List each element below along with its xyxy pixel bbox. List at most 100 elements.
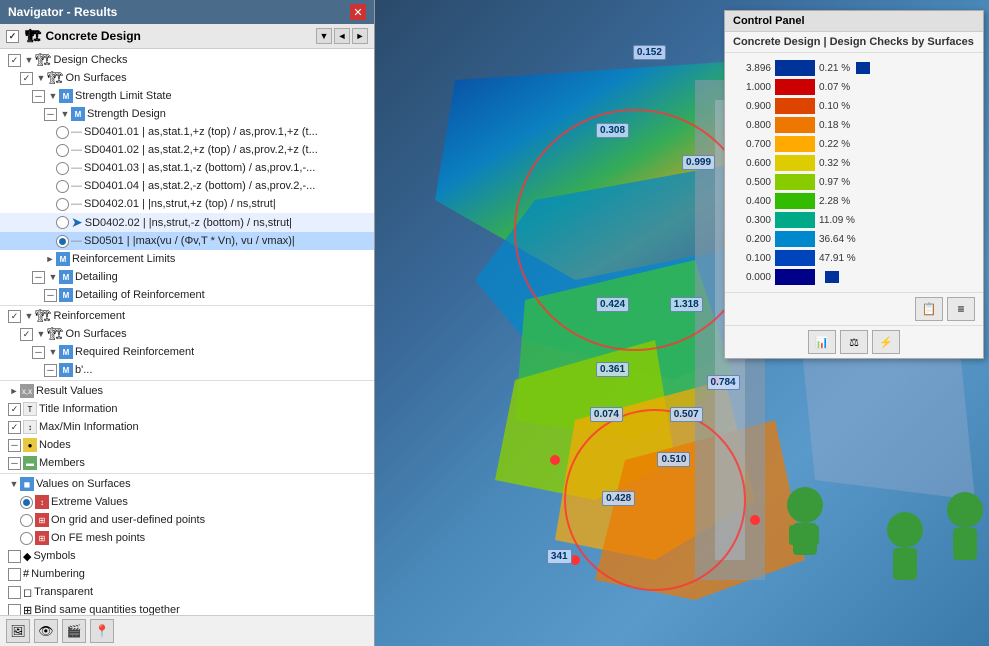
legend-pct: 0.07 % [819, 82, 850, 93]
transparent-label: Transparent [34, 586, 93, 598]
options-btn[interactable]: ► [352, 28, 368, 44]
tree-item-members[interactable]: ▬ Members [0, 454, 374, 472]
os-checkbox[interactable] [20, 72, 33, 85]
os2-checkbox[interactable] [20, 328, 33, 341]
tree-item-strength-design[interactable]: ▼ M Strength Design [0, 105, 374, 123]
tree-item-maxmin-info[interactable]: ↕ Max/Min Information [0, 418, 374, 436]
sd-checkbox[interactable] [44, 108, 57, 121]
render-btn[interactable]: 🎬 [62, 619, 86, 643]
legend-pct: 47.91 % [819, 253, 856, 264]
tree-item-on-surfaces-2[interactable]: ▼ 🏗 On Surfaces [0, 325, 374, 343]
rr-expand[interactable]: ▼ [47, 346, 59, 358]
reinforcement-label: Reinforcement [54, 310, 126, 322]
tree-item-required-reinf[interactable]: ▼ M Required Reinforcement [0, 343, 374, 361]
sd0402-01-radio[interactable] [56, 198, 69, 211]
tree-item-sd0401-01[interactable]: — SD0401.01 | as,stat.1,+z (top) / as,pr… [0, 123, 374, 141]
tree-item-detailing-of-reinf[interactable]: M Detailing of Reinforcement [0, 286, 374, 304]
members-label: Members [39, 457, 85, 469]
header-checkbox[interactable] [6, 30, 19, 43]
legend-row: 0.9000.10 % [733, 97, 975, 115]
sd0401-01-radio[interactable] [56, 126, 69, 139]
ogu-radio[interactable] [20, 514, 33, 527]
tree-item-additional[interactable]: M b'... [0, 361, 374, 379]
det-expand[interactable]: ▼ [47, 271, 59, 283]
legend-value: 1.000 [733, 82, 771, 93]
cp-export-btn[interactable]: 📋 [915, 297, 943, 321]
cp-chart-btn[interactable]: 📊 [808, 330, 836, 354]
visibility-btn[interactable]: 👁 [34, 619, 58, 643]
tree-item-on-grid-user[interactable]: ⊞ On grid and user-defined points [0, 511, 374, 529]
legend-color-swatch [775, 269, 815, 285]
tree-item-sd0401-03[interactable]: — SD0401.03 | as,stat.1,-z (bottom) / as… [0, 159, 374, 177]
rr-checkbox[interactable] [32, 346, 45, 359]
expand-btn[interactable]: ▼ [316, 28, 332, 44]
tree-item-title-info[interactable]: T Title Information [0, 400, 374, 418]
legend-color-swatch [775, 136, 815, 152]
rl-expand[interactable]: ► [44, 253, 56, 265]
dc-checkbox[interactable] [8, 54, 21, 67]
tree-item-reinf-limits[interactable]: ► M Reinforcement Limits [0, 250, 374, 268]
tree-item-transparent[interactable]: ◻ Transparent [0, 583, 374, 601]
sls-expand[interactable]: ▼ [47, 90, 59, 102]
tree-item-nodes[interactable]: ● Nodes [0, 436, 374, 454]
sd0402-02-radio[interactable] [56, 216, 69, 229]
ofm-radio[interactable] [20, 532, 33, 545]
tree-item-numbering[interactable]: # Numbering [0, 565, 374, 583]
legend-color-swatch [775, 117, 815, 133]
rv-expand[interactable]: ► [8, 385, 20, 397]
display-btn[interactable]: 🖼 [6, 619, 30, 643]
tree-item-sd0401-04[interactable]: — SD0401.04 | as,stat.2,-z (bottom) / as… [0, 177, 374, 195]
tree-item-detailing[interactable]: ▼ M Detailing [0, 268, 374, 286]
pin-btn[interactable]: 📍 [90, 619, 114, 643]
tree-item-strength-limit[interactable]: ▼ M Strength Limit State [0, 87, 374, 105]
os-expand[interactable]: ▼ [35, 72, 47, 84]
tree-item-sd0401-02[interactable]: — SD0401.02 | as,stat.2,+z (top) / as,pr… [0, 141, 374, 159]
tree-item-reinforcement[interactable]: ▼ 🏗 Reinforcement [0, 307, 374, 325]
det-checkbox[interactable] [32, 271, 45, 284]
tree-container[interactable]: ▼ 🏗 Design Checks ▼ 🏗 On Surfaces ▼ M St… [0, 49, 374, 615]
mem-checkbox[interactable] [8, 457, 21, 470]
mmi-checkbox[interactable] [8, 421, 21, 434]
cp-scale-btn[interactable]: ⚖ [840, 330, 868, 354]
ti-checkbox[interactable] [8, 403, 21, 416]
tree-item-result-values[interactable]: ► x,x Result Values [0, 382, 374, 400]
val-0507: 0.507 [670, 407, 703, 422]
sd0501-radio[interactable] [56, 235, 69, 248]
tree-item-sd0501[interactable]: — SD0501 | |max(vu / (Φv,T * Vn), vu / v… [0, 232, 374, 250]
legend-row: 0.8000.18 % [733, 116, 975, 134]
sd0401-04-radio[interactable] [56, 180, 69, 193]
sd-expand[interactable]: ▼ [59, 108, 71, 120]
tree-item-design-checks[interactable]: ▼ 🏗 Design Checks [0, 51, 374, 69]
tree-item-values-on-surfaces[interactable]: ▼ ◼ Values on Surfaces [0, 475, 374, 493]
sym-checkbox[interactable] [8, 550, 21, 563]
ev-radio[interactable] [20, 496, 33, 509]
tree-item-sd0402-02[interactable]: ➤ SD0402.02 | |ns,strut,-z (bottom) / ns… [0, 213, 374, 232]
num-checkbox[interactable] [8, 568, 21, 581]
val-0152: 0.152 [633, 45, 666, 60]
tree-item-on-surfaces[interactable]: ▼ 🏗 On Surfaces [0, 69, 374, 87]
add-checkbox[interactable] [44, 364, 57, 377]
reinf-expand[interactable]: ▼ [23, 310, 35, 322]
bs-checkbox[interactable] [8, 604, 21, 616]
nodes-checkbox[interactable] [8, 439, 21, 452]
collapse-btn[interactable]: ◄ [334, 28, 350, 44]
reinf-checkbox[interactable] [8, 310, 21, 323]
os2-expand[interactable]: ▼ [35, 328, 47, 340]
sd0401-02-radio[interactable] [56, 144, 69, 157]
cp-action-btn[interactable]: ⚡ [872, 330, 900, 354]
vos-expand[interactable]: ▼ [8, 478, 20, 490]
tree-item-symbols[interactable]: ◆ Symbols [0, 547, 374, 565]
tree-item-on-fe-mesh[interactable]: ⊞ On FE mesh points [0, 529, 374, 547]
cp-settings-btn[interactable]: ≡ [947, 297, 975, 321]
tree-item-bind-same[interactable]: ⊞ Bind same quantities together [0, 601, 374, 615]
tree-item-sd0402-01[interactable]: — SD0402.01 | |ns,strut,+z (top) / ns,st… [0, 195, 374, 213]
dc-expand[interactable]: ▼ [23, 54, 35, 66]
dor-checkbox[interactable] [44, 289, 57, 302]
sls-checkbox[interactable] [32, 90, 45, 103]
control-panel: Control Panel Concrete Design | Design C… [724, 10, 984, 359]
trans-checkbox[interactable] [8, 586, 21, 599]
legend-value: 0.400 [733, 196, 771, 207]
close-button[interactable]: ✕ [350, 4, 366, 20]
sd0401-03-radio[interactable] [56, 162, 69, 175]
tree-item-extreme-values[interactable]: ↕ Extreme Values [0, 493, 374, 511]
